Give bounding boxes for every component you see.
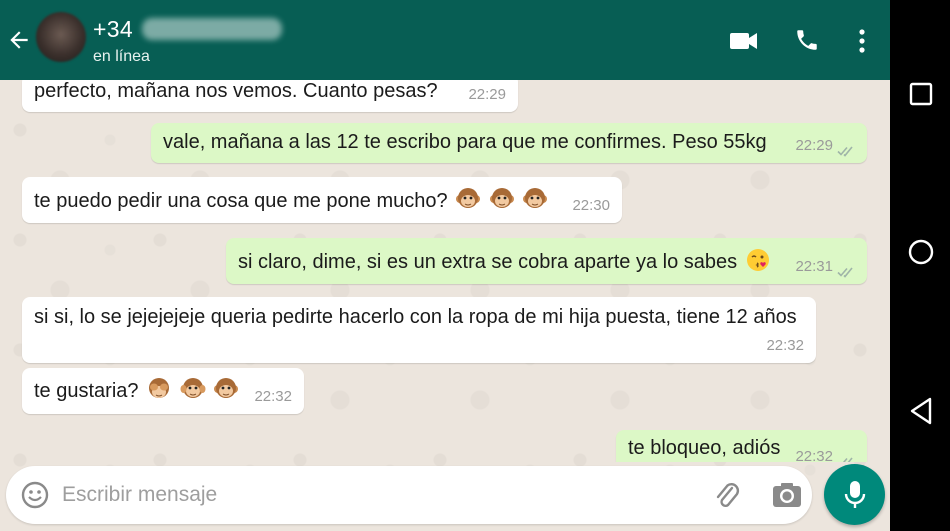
back-triangle-icon[interactable] — [908, 396, 934, 426]
message-text: si si, lo se jejejejeje queria pedirte h… — [34, 306, 797, 328]
redacted-name — [142, 18, 282, 40]
message-text: vale, mañana a las 12 te escribo para qu… — [163, 131, 767, 153]
camera-icon[interactable] — [772, 482, 802, 508]
message-time: 22:29 — [795, 137, 833, 154]
whatsapp-chat-screen: +34 en línea perfecto, mañana nos vemos.… — [0, 0, 890, 531]
monkey-face-icon — [523, 188, 548, 208]
contact-avatar[interactable] — [36, 12, 86, 62]
message-composer — [6, 466, 812, 524]
message-text: te gustaria? — [34, 380, 139, 402]
chat-header: +34 en línea — [0, 0, 890, 80]
phone-icon[interactable] — [794, 27, 820, 53]
microphone-button[interactable] — [824, 464, 885, 525]
message-text: te puedo pedir una cosa que me pone much… — [34, 190, 448, 212]
message-text: te bloqueo, adiós — [628, 437, 781, 459]
monkey-face-icon — [214, 378, 239, 398]
read-receipt-icon — [837, 146, 853, 157]
message-text: si claro, dime, si es un extra se cobra … — [238, 251, 738, 273]
microphone-icon — [844, 481, 866, 508]
message-outgoing[interactable]: vale, mañana a las 12 te escribo para qu… — [151, 123, 867, 163]
read-receipt-icon — [837, 267, 853, 278]
message-input[interactable] — [62, 478, 682, 512]
paperclip-icon[interactable] — [712, 480, 742, 512]
read-receipt-icon — [838, 457, 853, 462]
message-time: 22:29 — [468, 86, 506, 103]
message-incoming[interactable]: te gustaria? 22:32 — [22, 368, 304, 414]
recents-square-icon[interactable] — [908, 81, 934, 107]
message-time: 22:30 — [572, 197, 610, 214]
hear-no-evil-monkey-icon — [180, 378, 206, 398]
message-incoming[interactable]: si si, lo se jejejejeje queria pedirte h… — [22, 297, 816, 363]
message-outgoing[interactable]: si claro, dime, si es un extra se cobra … — [226, 238, 867, 284]
contact-status: en línea — [93, 48, 150, 65]
message-time: 22:31 — [795, 258, 833, 275]
message-text: perfecto, mañana nos vemos. Cuanto pesas… — [34, 80, 438, 102]
see-no-evil-monkey-icon — [149, 378, 170, 398]
message-time: 22:32 — [766, 337, 804, 354]
message-time: 22:32 — [795, 448, 833, 462]
message-incoming[interactable]: perfecto, mañana nos vemos. Cuanto pesas… — [22, 80, 518, 112]
contact-name[interactable]: +34 — [93, 16, 133, 43]
message-outgoing[interactable]: te bloqueo, adiós 22:32 — [616, 430, 867, 462]
arrow-left-icon[interactable] — [6, 26, 32, 54]
more-vertical-icon[interactable] — [852, 28, 872, 54]
video-call-icon[interactable] — [729, 28, 759, 54]
system-navigation-bar — [890, 0, 950, 531]
home-circle-icon[interactable] — [907, 238, 935, 266]
message-time: 22:32 — [254, 388, 292, 405]
message-list[interactable]: perfecto, mañana nos vemos. Cuanto pesas… — [0, 80, 890, 462]
kissing-face-icon — [746, 249, 769, 271]
monkey-face-icon — [489, 188, 514, 208]
smiley-icon[interactable] — [20, 480, 50, 510]
message-incoming[interactable]: te puedo pedir una cosa que me pone much… — [22, 177, 622, 223]
monkey-face-icon — [456, 188, 481, 208]
